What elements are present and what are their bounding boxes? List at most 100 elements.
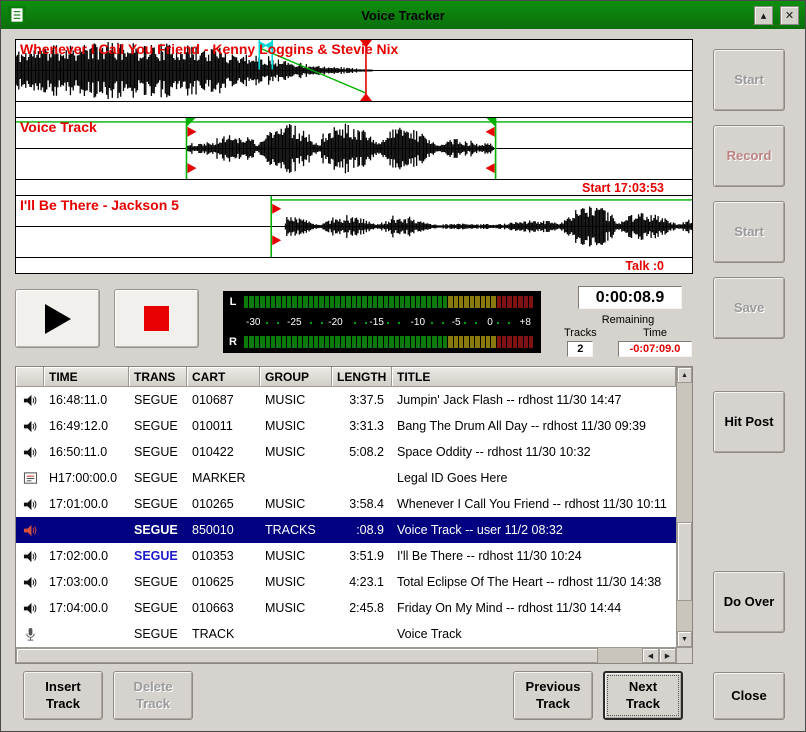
- cell-title: Voice Track: [392, 627, 676, 641]
- cell-length: :08.9: [332, 523, 392, 537]
- track-annotation: Talk :0: [625, 259, 664, 273]
- table-row[interactable]: SEGUE850010TRACKS:08.9Voice Track -- use…: [16, 517, 676, 543]
- meter-scale: -30 -25 -20 -15 -10 -5 0 +8: [244, 316, 533, 329]
- annotation-strip: [16, 102, 692, 117]
- cell-time: 16:50:11.0: [44, 445, 129, 459]
- cell-title: I'll Be There -- rdhost 11/30 10:24: [392, 549, 676, 563]
- cell-title: Legal ID Goes Here: [392, 471, 676, 485]
- track-panel: I'll Be There - Jackson 5 Talk :0: [16, 195, 692, 273]
- cell-title: Friday On My Mind -- rdhost 11/30 14:44: [392, 601, 676, 615]
- cell-group: MUSIC: [260, 497, 332, 511]
- scroll-left-icon[interactable]: ◀: [642, 648, 659, 663]
- header-title[interactable]: TITLE: [392, 367, 676, 387]
- cell-group: MUSIC: [260, 445, 332, 459]
- scrollbar-corner: [676, 647, 692, 663]
- cell-time: 17:03:00.0: [44, 575, 129, 589]
- horizontal-scroll-thumb[interactable]: [16, 648, 598, 663]
- vertical-scroll-thumb[interactable]: [677, 522, 692, 601]
- header-cart[interactable]: CART: [187, 367, 260, 387]
- track-panel: Voice Track: [16, 117, 692, 195]
- track-title: Whenever I Call You Friend - Kenny Loggi…: [20, 41, 398, 57]
- remaining-panel: Remaining Tracks 2 Time -0:07:09.0: [564, 314, 692, 357]
- speaker-icon: [16, 523, 44, 538]
- speaker-icon: [16, 575, 44, 590]
- waveform-area-track1[interactable]: Whenever I Call You Friend - Kenny Loggi…: [16, 40, 692, 102]
- play-button[interactable]: [15, 289, 100, 348]
- header-group[interactable]: GROUP: [260, 367, 332, 387]
- cell-cart: 010353: [187, 549, 260, 563]
- remaining-tracks-value: 2: [567, 341, 593, 357]
- cell-cart: 010663: [187, 601, 260, 615]
- close-icon[interactable]: ✕: [780, 6, 799, 25]
- table-row[interactable]: 17:02:00.0SEGUE010353MUSIC3:51.9I'll Be …: [16, 543, 676, 569]
- table-row[interactable]: H17:00:00.0SEGUEMARKERLegal ID Goes Here: [16, 465, 676, 491]
- table-row[interactable]: 17:03:00.0SEGUE010625MUSIC4:23.1Total Ec…: [16, 569, 676, 595]
- waveform-track2: [16, 118, 692, 179]
- cell-cart: 010011: [187, 419, 260, 433]
- table-row[interactable]: 16:50:11.0SEGUE010422MUSIC5:08.2Space Od…: [16, 439, 676, 465]
- remaining-time-label: Time: [643, 327, 667, 339]
- waveform-area-track2[interactable]: Voice Track: [16, 118, 692, 180]
- cell-time: 16:49:12.0: [44, 419, 129, 433]
- cell-group: MUSIC: [260, 601, 332, 615]
- vertical-scroll-trough[interactable]: [677, 383, 692, 631]
- cell-title: Space Oddity -- rdhost 11/30 10:32: [392, 445, 676, 459]
- cell-trans: SEGUE: [129, 575, 187, 589]
- cell-cart: 010265: [187, 497, 260, 511]
- start1-button[interactable]: Start: [713, 49, 785, 111]
- table-row[interactable]: 16:49:12.0SEGUE010011MUSIC3:31.3Bang The…: [16, 413, 676, 439]
- app-icon: [7, 5, 27, 25]
- marker-icon: [16, 471, 44, 486]
- cell-title: Whenever I Call You Friend -- rdhost 11/…: [392, 497, 676, 511]
- cell-length: 3:31.3: [332, 419, 392, 433]
- vertical-scrollbar[interactable]: ▲ ▼: [676, 367, 692, 647]
- cell-trans: SEGUE: [129, 471, 187, 485]
- remaining-time-value: -0:07:09.0: [618, 341, 692, 357]
- cell-cart: 010687: [187, 393, 260, 407]
- speaker-icon: [16, 549, 44, 564]
- horizontal-scrollbar[interactable]: ◀ ▶: [16, 647, 676, 663]
- do-over-button[interactable]: Do Over: [713, 571, 785, 633]
- cell-group: TRACKS: [260, 523, 332, 537]
- next-track-button[interactable]: Next Track: [603, 671, 683, 720]
- stop-button[interactable]: [114, 289, 199, 348]
- save-button[interactable]: Save: [713, 277, 785, 339]
- cell-cart: 010625: [187, 575, 260, 589]
- scroll-right-icon[interactable]: ▶: [659, 648, 676, 663]
- start2-button[interactable]: Start: [713, 201, 785, 263]
- waveform-panels: Whenever I Call You Friend - Kenny Loggi…: [15, 39, 693, 274]
- scroll-down-icon[interactable]: ▼: [677, 631, 692, 647]
- waveform-area-track3[interactable]: I'll Be There - Jackson 5: [16, 196, 692, 258]
- header-time[interactable]: TIME: [44, 367, 129, 387]
- delete-track-button[interactable]: Delete Track: [113, 671, 193, 720]
- header-length[interactable]: LENGTH: [332, 367, 392, 387]
- hit-post-button[interactable]: Hit Post: [713, 391, 785, 453]
- cell-group: MUSIC: [260, 393, 332, 407]
- cell-length: 4:23.1: [332, 575, 392, 589]
- table-row[interactable]: 16:48:11.0SEGUE010687MUSIC3:37.5Jumpin' …: [16, 387, 676, 413]
- header-icon-column[interactable]: [16, 367, 44, 387]
- scroll-up-icon[interactable]: ▲: [677, 367, 692, 383]
- audio-level-meter: L -30 -25 -20 -15 -10 -5 0 +8 R: [223, 291, 541, 353]
- previous-track-button[interactable]: Previous Track: [513, 671, 593, 720]
- table-row[interactable]: 17:01:00.0SEGUE010265MUSIC3:58.4Whenever…: [16, 491, 676, 517]
- stop-icon: [144, 306, 169, 331]
- horizontal-scroll-trough[interactable]: [16, 648, 642, 663]
- start-markers[interactable]: [272, 204, 281, 245]
- table-row[interactable]: 17:04:00.0SEGUE010663MUSIC2:45.8Friday O…: [16, 595, 676, 621]
- close-button[interactable]: Close: [713, 672, 785, 720]
- cell-trans: SEGUE: [129, 419, 187, 433]
- titlebar[interactable]: Voice Tracker ▴ ✕: [1, 1, 805, 29]
- shade-icon[interactable]: ▴: [754, 6, 773, 25]
- insert-track-button[interactable]: Insert Track: [23, 671, 103, 720]
- cell-time: 17:04:00.0: [44, 601, 129, 615]
- cell-cart: MARKER: [187, 471, 260, 485]
- cell-length: 5:08.2: [332, 445, 392, 459]
- table-row[interactable]: SEGUETRACKVoice Track: [16, 621, 676, 647]
- track-title: I'll Be There - Jackson 5: [20, 197, 179, 213]
- meter-right-label: R: [228, 336, 238, 348]
- record-button[interactable]: Record: [713, 125, 785, 187]
- header-trans[interactable]: TRANS: [129, 367, 187, 387]
- annotation-strip: Start 17:03:53: [16, 180, 692, 195]
- cell-title: Bang The Drum All Day -- rdhost 11/30 09…: [392, 419, 676, 433]
